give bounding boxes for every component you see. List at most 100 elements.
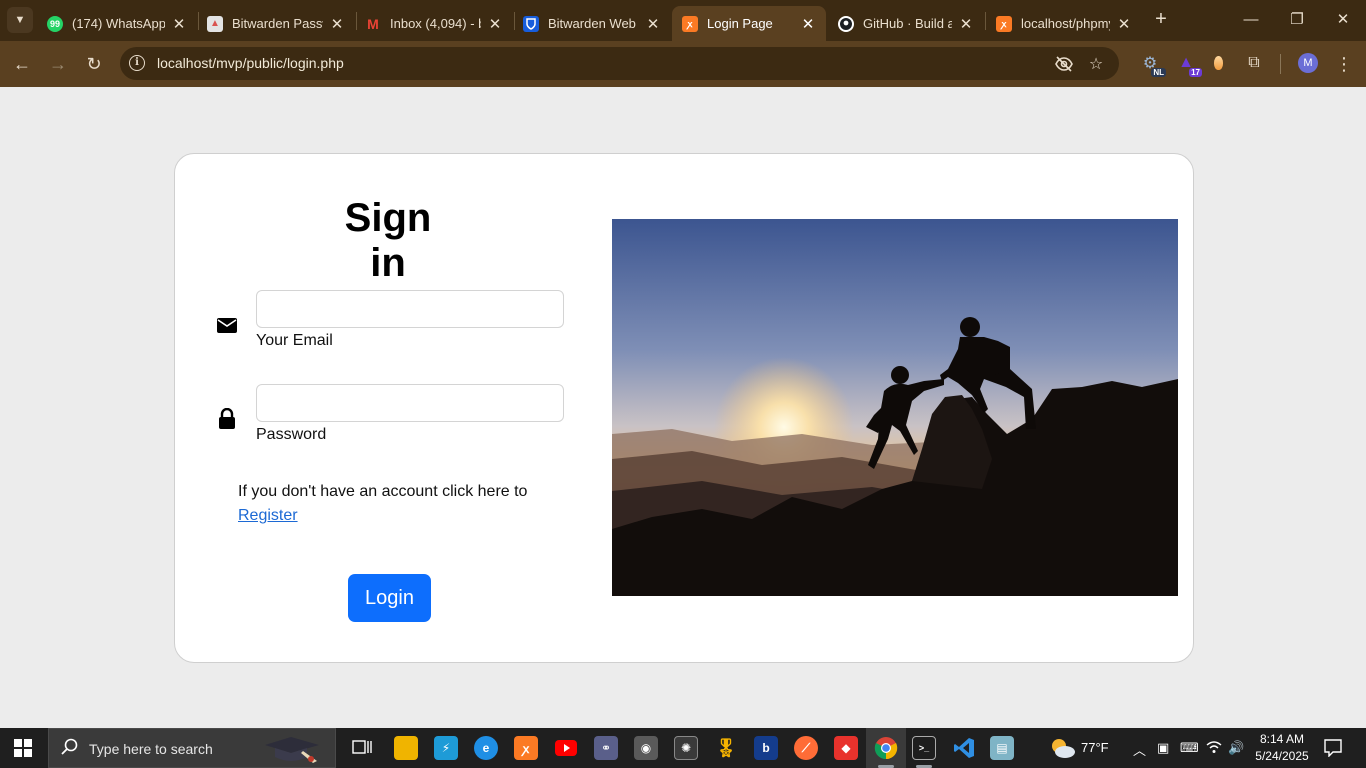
chevron-up-icon[interactable]: ︿ bbox=[1133, 740, 1146, 759]
close-icon[interactable]: ✕ bbox=[171, 15, 187, 33]
tab-bitwarden-password[interactable]: ▲ Bitwarden Passw ✕ bbox=[197, 6, 355, 41]
tab-title: (174) WhatsApp bbox=[72, 16, 165, 31]
login-button[interactable]: Login bbox=[348, 574, 431, 622]
xampp-icon[interactable]: ꭗ bbox=[514, 736, 538, 760]
browser-toolbar: ← → ↻ i localhost/mvp/public/login.php ☆… bbox=[0, 41, 1366, 87]
flame-icon bbox=[1213, 56, 1223, 70]
chatgpt-icon[interactable]: ✺ bbox=[674, 736, 698, 760]
start-button[interactable] bbox=[14, 739, 32, 757]
extension-flame[interactable] bbox=[1205, 50, 1231, 76]
new-tab-button[interactable]: + bbox=[1150, 8, 1172, 30]
close-icon[interactable]: ✕ bbox=[1116, 15, 1132, 33]
network-app-icon[interactable]: ⚭ bbox=[594, 736, 618, 760]
plus-icon: + bbox=[1155, 8, 1167, 30]
meet-now-icon[interactable]: ▣ bbox=[1157, 740, 1169, 756]
xampp-icon: ꭗ bbox=[682, 15, 698, 32]
tab-github[interactable]: GitHub · Build an ✕ bbox=[828, 6, 984, 41]
task-view-icon[interactable] bbox=[350, 736, 374, 760]
graduation-cap-icon bbox=[263, 733, 323, 768]
restore-icon: ❐ bbox=[1290, 11, 1304, 28]
weather-sun-icon[interactable] bbox=[1048, 736, 1076, 765]
close-icon[interactable]: ✕ bbox=[487, 15, 503, 33]
tab-title: GitHub · Build an bbox=[863, 16, 952, 31]
hero-image bbox=[612, 219, 1178, 596]
chrome-icon[interactable] bbox=[874, 736, 898, 760]
login-card: Sign in Your Email Password If you don't… bbox=[174, 153, 1194, 663]
bitwarden-app-icon[interactable]: b bbox=[754, 736, 778, 760]
lock-icon bbox=[218, 407, 236, 434]
edge-icon[interactable]: e bbox=[474, 736, 498, 760]
tab-title: Bitwarden Web v bbox=[548, 16, 639, 31]
gmail-icon: M bbox=[367, 15, 379, 32]
search-placeholder: Type here to search bbox=[89, 741, 213, 757]
close-window-button[interactable]: ✕ bbox=[1328, 8, 1358, 32]
register-prompt-text: If you don't have an account click here … bbox=[238, 483, 528, 500]
clock-date[interactable]: 5/24/2025 bbox=[1254, 749, 1310, 763]
github-desktop-icon[interactable]: ◉ bbox=[634, 736, 658, 760]
whatsapp-icon: 99 bbox=[47, 15, 63, 32]
close-icon[interactable]: ✕ bbox=[800, 15, 816, 33]
avatar-initial: M bbox=[1303, 57, 1313, 69]
close-icon[interactable]: ✕ bbox=[645, 15, 661, 33]
postman-icon[interactable]: ⟋ bbox=[794, 736, 818, 760]
github-icon bbox=[838, 15, 854, 32]
puzzle-icon: ⧉ bbox=[1248, 54, 1260, 71]
tab-bar: ▼ 99 (174) WhatsApp ✕ ▲ Bitwarden Passw … bbox=[0, 0, 1366, 41]
url-text[interactable]: localhost/mvp/public/login.php bbox=[157, 55, 344, 71]
file-explorer-icon[interactable] bbox=[394, 736, 418, 760]
profile-avatar[interactable]: M bbox=[1298, 53, 1318, 73]
extension-nl[interactable]: ⚙ NL bbox=[1137, 50, 1166, 77]
tab-whatsapp[interactable]: 99 (174) WhatsApp ✕ bbox=[37, 6, 197, 41]
restore-button[interactable]: ❐ bbox=[1282, 8, 1312, 32]
tab-login-page[interactable]: ꭗ Login Page ✕ bbox=[672, 6, 826, 41]
close-icon[interactable]: ✕ bbox=[329, 15, 345, 33]
register-prompt: If you don't have an account click here … bbox=[238, 480, 558, 528]
register-link[interactable]: Register bbox=[238, 507, 298, 524]
close-icon[interactable]: ✕ bbox=[958, 15, 974, 33]
volume-icon[interactable]: 🔊 bbox=[1228, 740, 1244, 756]
taskbar: Type here to search ⚡ e ꭗ ⚭ ◉ ✺ 🎖 b ⟋ ◆ … bbox=[0, 728, 1366, 768]
password-label: Password bbox=[256, 426, 327, 443]
anydesk-icon[interactable]: ◆ bbox=[834, 736, 858, 760]
bitwarden-house-icon: ▲ bbox=[207, 15, 223, 32]
back-button[interactable]: ← bbox=[8, 50, 36, 78]
close-icon: ✕ bbox=[1336, 11, 1350, 28]
vscode-icon[interactable] bbox=[952, 736, 976, 760]
eye-slash-icon[interactable] bbox=[1053, 53, 1075, 75]
menu-button[interactable]: ⋮ bbox=[1330, 50, 1358, 78]
medal-icon[interactable]: 🎖 bbox=[714, 736, 738, 760]
xampp-icon: ꭗ bbox=[996, 15, 1012, 32]
notification-icon[interactable] bbox=[1324, 739, 1342, 762]
email-label: Your Email bbox=[256, 332, 333, 349]
wifi-icon[interactable] bbox=[1206, 740, 1222, 757]
chevron-down-icon: ▼ bbox=[14, 14, 26, 26]
tab-title: Login Page bbox=[707, 16, 773, 31]
tab-bitwarden-web[interactable]: Bitwarden Web v ✕ bbox=[513, 6, 671, 41]
extension-badge: NL bbox=[1151, 68, 1166, 77]
bookmark-star-icon[interactable]: ☆ bbox=[1085, 53, 1107, 75]
terminal-icon[interactable]: >_ bbox=[912, 736, 936, 760]
ime-icon[interactable]: ⌨ bbox=[1180, 740, 1199, 756]
site-info-icon[interactable]: i bbox=[129, 55, 145, 71]
tab-title: localhost/phpmy bbox=[1021, 16, 1110, 31]
email-field[interactable] bbox=[256, 290, 564, 328]
tab-search-button[interactable]: ▼ bbox=[7, 7, 33, 33]
notes-app-icon[interactable]: ▤ bbox=[990, 736, 1014, 760]
reload-button[interactable]: ↻ bbox=[80, 50, 108, 78]
tab-phpmyadmin[interactable]: ꭗ localhost/phpmy ✕ bbox=[986, 6, 1142, 41]
extensions-button[interactable]: ⧉ bbox=[1241, 50, 1267, 76]
taskbar-search[interactable]: Type here to search bbox=[48, 728, 336, 768]
extension-grad[interactable]: ▲ 17 bbox=[1173, 50, 1202, 77]
youtube-icon[interactable] bbox=[554, 736, 578, 760]
clock-time[interactable]: 8:14 AM bbox=[1258, 732, 1306, 746]
tab-title: Bitwarden Passw bbox=[232, 16, 323, 31]
password-field[interactable] bbox=[256, 384, 564, 422]
tab-title: Inbox (4,094) - b bbox=[390, 16, 481, 31]
lightning-app-icon[interactable]: ⚡ bbox=[434, 736, 458, 760]
weather-temp[interactable]: 77°F bbox=[1081, 740, 1109, 755]
forward-button[interactable]: → bbox=[44, 50, 72, 78]
kebab-menu-icon: ⋮ bbox=[1335, 53, 1353, 74]
address-bar[interactable]: i localhost/mvp/public/login.php ☆ bbox=[120, 47, 1119, 80]
tab-gmail-inbox[interactable]: M Inbox (4,094) - b ✕ bbox=[355, 6, 513, 41]
minimize-button[interactable]: — bbox=[1236, 8, 1266, 32]
